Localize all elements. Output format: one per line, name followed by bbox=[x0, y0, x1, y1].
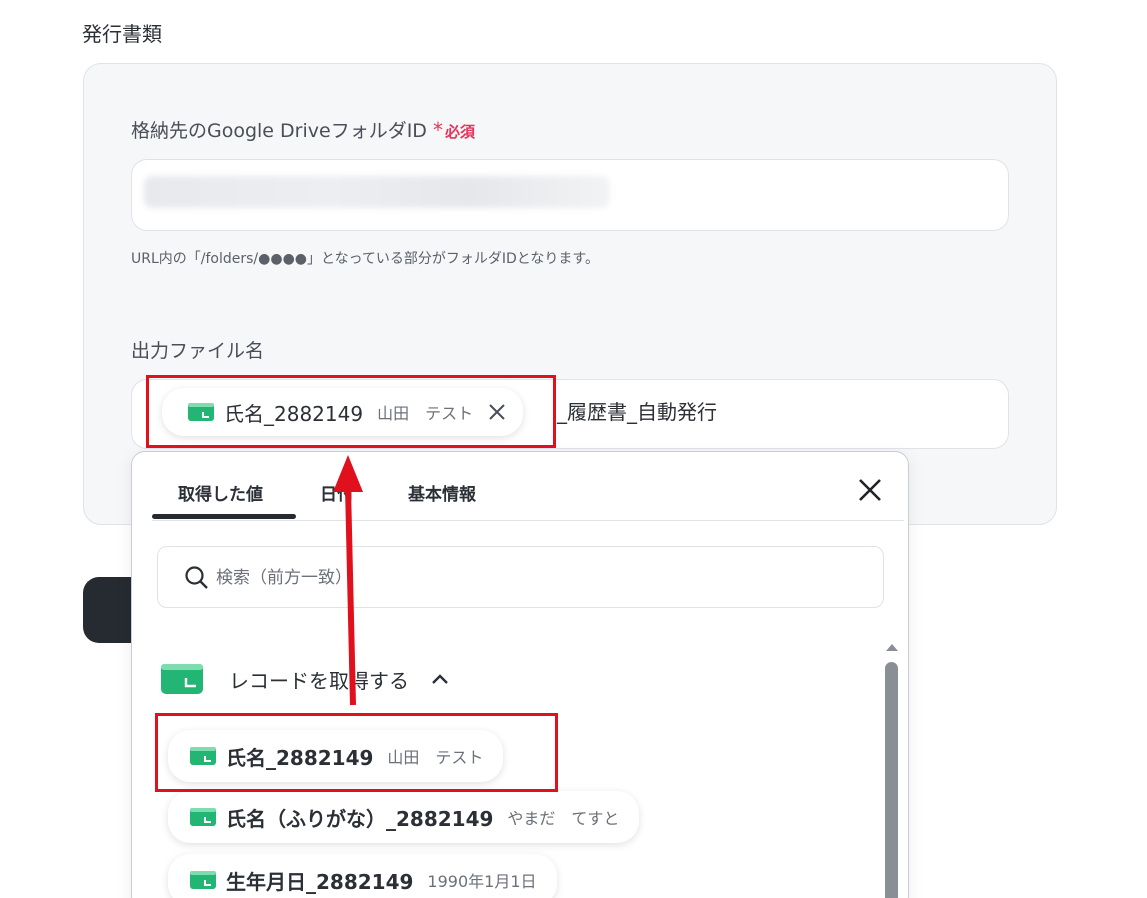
list-item-value: 1990年1月1日 bbox=[427, 872, 537, 891]
group-title: レコードを取得する bbox=[229, 668, 409, 693]
close-icon[interactable] bbox=[856, 476, 884, 508]
tab-date[interactable]: 日付 bbox=[320, 480, 354, 505]
chevron-up-icon[interactable] bbox=[431, 670, 449, 689]
list-item-name: 氏名（ふりがな）_2882149 bbox=[226, 806, 494, 831]
section-title: 発行書類 bbox=[82, 22, 162, 46]
scroll-up-icon[interactable] bbox=[886, 644, 898, 651]
record-chip-icon bbox=[161, 664, 203, 694]
active-tab-indicator bbox=[152, 514, 296, 519]
tab-basic-info[interactable]: 基本情報 bbox=[408, 480, 476, 505]
highlight-box-filename-chip bbox=[146, 375, 556, 448]
tabs-divider bbox=[152, 520, 904, 521]
list-item-name: 生年月日_2882149 bbox=[226, 869, 414, 894]
folder-id-label: 格納先のGoogle DriveフォルダID * 必須 bbox=[131, 116, 475, 143]
list-item[interactable]: 氏名（ふりがな）_2882149 やまだ てすと bbox=[168, 791, 640, 843]
required-star: * bbox=[432, 118, 443, 142]
highlight-box-list-item bbox=[155, 713, 558, 792]
blurred-folder-id bbox=[144, 176, 610, 208]
folder-id-helper: URL内の「/folders/●●●●」となっている部分がフォルダIDとなります… bbox=[131, 251, 599, 267]
filename-label: 出力ファイル名 bbox=[131, 340, 265, 362]
scrollbar-thumb[interactable] bbox=[885, 662, 898, 898]
record-chip-icon bbox=[190, 808, 216, 826]
list-item[interactable]: 生年月日_2882149 1990年1月1日 bbox=[168, 854, 557, 898]
search-box[interactable] bbox=[157, 546, 884, 608]
value-picker-panel: 取得した値 日付 基本情報 レコードを取得する 氏名_2 bbox=[131, 451, 909, 898]
search-input[interactable] bbox=[216, 563, 856, 593]
scrollbar[interactable] bbox=[883, 632, 901, 898]
required-badge: 必須 bbox=[444, 123, 475, 141]
filename-suffix: _履歴書_自動発行 bbox=[557, 400, 717, 424]
tab-acquired-values[interactable]: 取得した値 bbox=[178, 480, 263, 505]
folder-id-input[interactable] bbox=[131, 159, 1009, 231]
search-icon bbox=[185, 566, 208, 589]
list-item-value: やまだ てすと bbox=[507, 809, 620, 828]
panel-tabs: 取得した値 日付 基本情報 bbox=[132, 452, 908, 522]
folder-id-label-text: 格納先のGoogle DriveフォルダID bbox=[131, 120, 427, 142]
record-chip-icon bbox=[190, 871, 216, 889]
group-header[interactable]: レコードを取得する bbox=[161, 664, 449, 694]
